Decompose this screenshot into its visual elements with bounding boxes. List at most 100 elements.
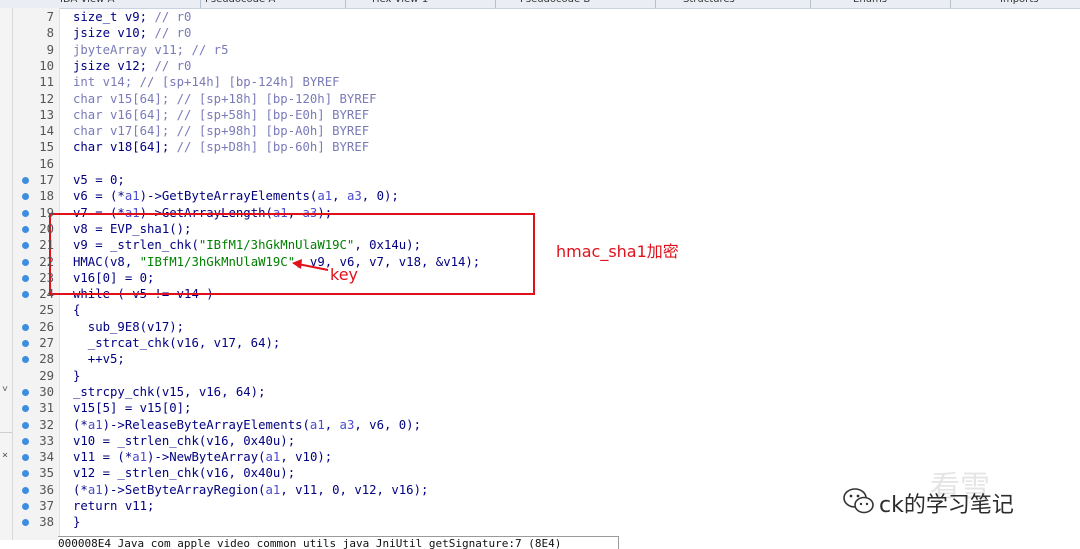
code-line[interactable]: v12 = _strlen_chk(v16, 0x40u);	[73, 465, 295, 481]
tab-separator	[655, 0, 656, 8]
code-line[interactable]: jbyteArray v11; // r5	[73, 42, 228, 58]
line-number: 30	[39, 384, 54, 399]
code-token: , v10);	[280, 450, 333, 465]
code-line[interactable]: _strcat_chk(v16, v17, 64);	[73, 335, 281, 351]
tab-structures[interactable]: Structures	[683, 0, 735, 8]
code-line[interactable]: v10 = _strlen_chk(v16, 0x40u);	[73, 433, 295, 449]
line-number: 31	[39, 401, 54, 416]
tab-separator	[495, 0, 496, 8]
line-number: 12	[39, 91, 54, 106]
code-token: _strcpy_chk(v15, v16, 64);	[73, 384, 266, 399]
code-line[interactable]: {	[73, 302, 80, 318]
breakpoint-dot-icon[interactable]	[22, 340, 29, 347]
code-line[interactable]: jsize v12; // r0	[73, 58, 191, 74]
annotation-box-label: hmac_sha1加密	[556, 242, 679, 261]
code-line[interactable]: (*a1)->SetByteArrayRegion(a1, v11, 0, v1…	[73, 482, 428, 498]
tab-pseudocode-b[interactable]: Pseudocode-B	[520, 0, 590, 8]
code-token: )->NewByteArray(	[147, 450, 266, 465]
code-token: ,	[332, 189, 347, 204]
tab-separator	[345, 0, 346, 8]
line-number: 20	[39, 221, 54, 236]
tab-enums[interactable]: Enums	[853, 0, 887, 8]
code-token: return v11;	[73, 499, 155, 513]
code-token: int v14; // [sp+14h] [bp-124h] BYREF	[73, 75, 340, 90]
watermark-text: ck的学习笔记	[879, 493, 1014, 518]
code-token: // [sp+D8h] [bp-60h] BYREF	[176, 140, 370, 155]
breakpoint-dot-icon[interactable]	[22, 225, 29, 233]
tab-ida-view-a[interactable]: IDA View-A	[60, 0, 114, 8]
code-line[interactable]: (*a1)->ReleaseByteArrayElements(a1, a3, …	[73, 417, 421, 433]
code-token: v12 = _strlen_chk(v16, 0x40u);	[73, 466, 296, 481]
code-token: jsize v12;	[73, 58, 155, 73]
annotation-box	[49, 213, 535, 295]
code-token: char v17[64]; // [sp+98h] [bp-A0h] BYREF	[73, 124, 370, 139]
line-number: 38	[39, 515, 54, 530]
code-token: v15[5] = v15[0];	[73, 401, 192, 416]
tab-imports[interactable]: Imports	[1000, 0, 1038, 8]
breakpoint-dot-icon[interactable]	[22, 388, 29, 396]
line-number: 28	[39, 352, 54, 367]
breakpoint-dot-icon[interactable]	[22, 437, 29, 445]
left-panel-edge: ˅ ×	[0, 8, 13, 540]
breakpoint-dot-icon[interactable]	[22, 503, 29, 510]
code-token: v10 = _strlen_chk(v16, 0x40u);	[73, 433, 296, 448]
line-number: 32	[39, 417, 54, 432]
tab-separator	[950, 0, 951, 8]
code-line[interactable]: v5 = 0;	[73, 172, 125, 188]
breakpoint-dot-icon[interactable]	[22, 209, 29, 217]
line-number: 33	[39, 433, 54, 448]
code-token: a1	[265, 482, 281, 497]
code-line[interactable]: char v16[64]; // [sp+58h] [bp-E0h] BYREF	[73, 107, 369, 123]
code-line[interactable]: v6 = (*a1)->GetByteArrayElements(a1, a3,…	[73, 188, 399, 204]
code-line[interactable]: char v15[64]; // [sp+18h] [bp-120h] BYRE…	[73, 91, 377, 107]
breakpoint-dot-icon[interactable]	[22, 323, 29, 331]
line-number: 24	[39, 287, 54, 302]
tab-separator	[810, 0, 811, 8]
line-number: 16	[39, 156, 54, 171]
code-token: a1	[87, 417, 103, 432]
code-line[interactable]: _strcpy_chk(v15, v16, 64);	[73, 384, 266, 400]
code-line[interactable]: ++v5;	[73, 351, 125, 367]
code-line[interactable]: char v17[64]; // [sp+98h] [bp-A0h] BYREF	[73, 123, 369, 139]
tab-hex-view-1[interactable]: Hex View-1	[372, 0, 428, 8]
code-token: , v11, 0, v12, v16);	[280, 482, 429, 497]
line-number: 8	[46, 26, 54, 41]
code-token: {	[73, 303, 81, 318]
close-icon[interactable]: ×	[0, 450, 10, 462]
code-token: (*	[73, 482, 88, 497]
line-number: 10	[39, 58, 54, 73]
code-line[interactable]: char v18[64]; // [sp+D8h] [bp-60h] BYREF	[73, 139, 369, 155]
line-number: 21	[39, 238, 54, 253]
breakpoint-dot-icon[interactable]	[22, 258, 29, 266]
code-token: (*	[73, 417, 88, 432]
line-number: 19	[39, 205, 54, 220]
line-number: 9	[46, 42, 54, 57]
breakpoint-dot-icon[interactable]	[22, 177, 29, 184]
code-line[interactable]: return v11;	[73, 498, 154, 514]
breakpoint-dot-icon[interactable]	[22, 486, 29, 494]
line-number: 23	[39, 270, 54, 285]
tab-pseudocode-a[interactable]: Pseudocode-A	[205, 0, 275, 8]
code-line[interactable]: int v14; // [sp+14h] [bp-124h] BYREF	[73, 74, 340, 90]
breakpoint-dot-icon[interactable]	[22, 274, 29, 282]
line-number: 35	[39, 466, 54, 481]
line-number: 7	[46, 10, 54, 24]
line-number: 17	[39, 173, 54, 187]
code-line[interactable]: v11 = (*a1)->NewByteArray(a1, v10);	[73, 449, 332, 465]
line-number: 13	[39, 107, 54, 122]
line-number: 11	[39, 75, 54, 90]
breakpoint-dot-icon[interactable]	[22, 421, 29, 429]
code-line[interactable]: jsize v10; // r0	[73, 25, 191, 41]
code-line[interactable]: }	[73, 368, 80, 384]
code-token: a1	[317, 189, 333, 204]
code-line[interactable]: v15[5] = v15[0];	[73, 400, 191, 416]
code-line[interactable]: size_t v9; // r0	[73, 9, 191, 25]
code-token: }	[73, 515, 81, 530]
code-token: size_t v9;	[73, 10, 155, 24]
code-line[interactable]: sub_9E8(v17);	[73, 319, 184, 335]
code-token: v5 = 0;	[73, 173, 125, 187]
code-token: char v18[64];	[73, 140, 177, 155]
chevron-down-icon[interactable]: ˅	[0, 384, 10, 396]
code-line[interactable]: }	[73, 514, 80, 530]
line-number: 37	[39, 499, 54, 513]
